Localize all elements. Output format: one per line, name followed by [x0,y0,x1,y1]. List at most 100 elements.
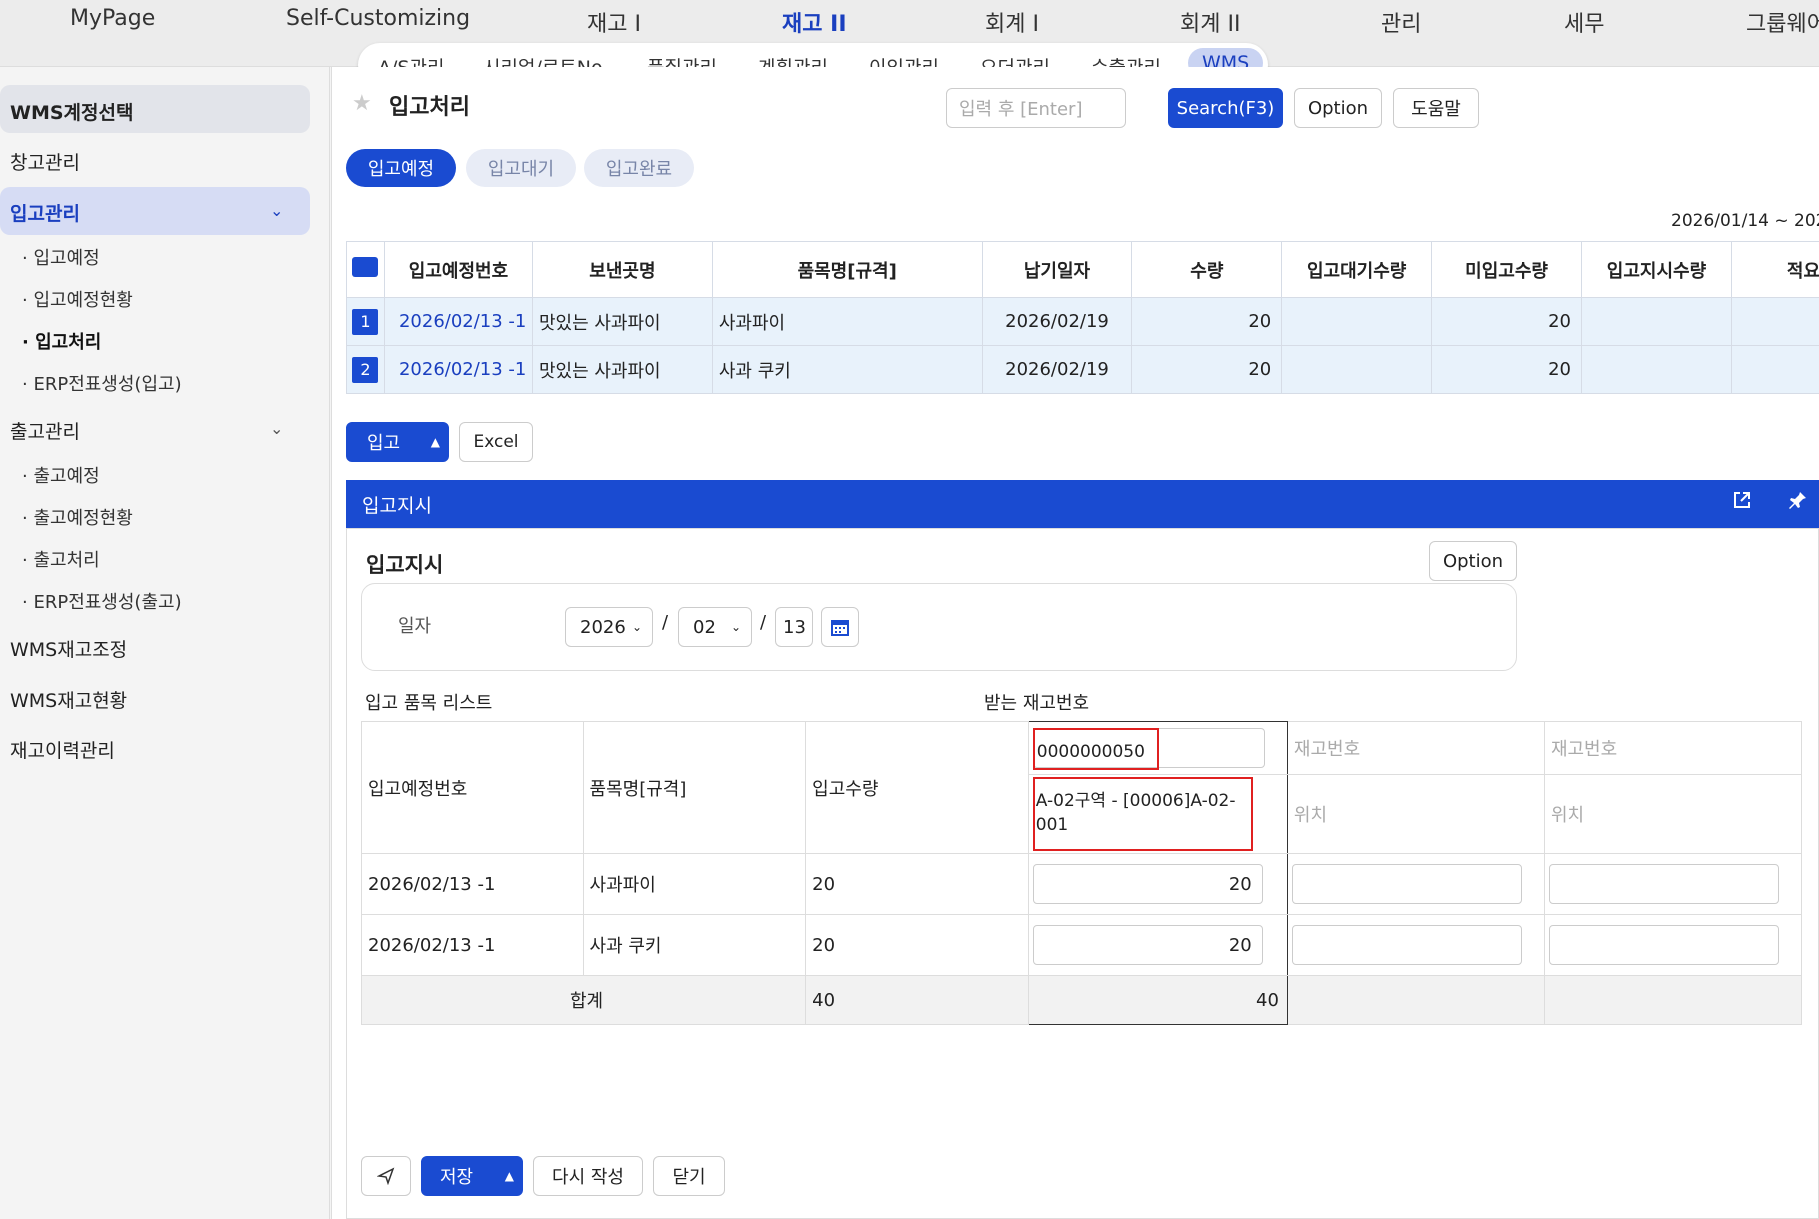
external-link-icon[interactable] [1732,490,1752,515]
row-number[interactable]: 2 [352,356,379,383]
sidebar-item-outbound-process[interactable]: · 출고처리 [22,546,100,572]
stock-no-placeholder[interactable]: 재고번호 [1543,721,1803,775]
excel-button[interactable]: Excel [459,422,533,462]
table-row[interactable]: 1 2026/02/13 -1 맛있는 사과파이 사과파이 2026/02/19… [346,297,1819,346]
col-header[interactable]: 적요 [1730,241,1819,298]
sidebar-item-inbound-plan[interactable]: · 입고예정 [22,244,100,270]
col-header[interactable]: 수량 [1131,241,1283,298]
item-qty: 20 [805,914,1029,976]
send-icon[interactable] [361,1156,411,1196]
rewrite-button[interactable]: 다시 작성 [533,1156,643,1196]
recv-qty-input[interactable]: 20 [1032,925,1263,965]
tab-inbound-plan[interactable]: 입고예정 [346,149,456,187]
nav-inventory-1[interactable]: 재고 I [587,6,641,38]
nav-self-customizing[interactable]: Self-Customizing [286,6,470,31]
tab-inbound-done[interactable]: 입고완료 [584,149,694,187]
col-header[interactable]: 보낸곳명 [531,241,713,298]
sidebar-item-outbound[interactable]: 출고관리 [10,417,80,444]
sidebar-item-inbound[interactable]: 입고관리 [10,199,80,226]
stock-no-value[interactable]: 0000000050 [1032,728,1159,770]
row-number[interactable]: 1 [352,308,379,335]
location-placeholder[interactable]: 위치 [1286,774,1545,854]
search-button[interactable]: Search(F3) [1168,88,1283,128]
help-button[interactable]: 도움말 [1393,88,1479,128]
inbound-button[interactable]: 입고 ▲ [346,422,449,462]
recv-qty-input[interactable] [1291,925,1522,965]
col-header[interactable]: 입고대기수량 [1281,241,1433,298]
sidebar-item-wms-account[interactable]: WMS계정선택 [10,98,133,125]
recv-qty-input[interactable] [1548,925,1779,965]
sidebar-label: 입고처리 [35,332,102,353]
total-recv: 40 [1027,975,1288,1025]
nav-accounting-2[interactable]: 회계 II [1180,6,1240,38]
sidebar-item-outbound-plan[interactable]: · 출고예정 [22,462,100,488]
location-value[interactable]: A-02구역 - [00006]A-02-001 [1032,777,1253,851]
cell-instruct-qty [1581,345,1732,394]
col-header[interactable]: 입고지시수량 [1581,241,1732,298]
nav-tax[interactable]: 세무 [1564,6,1604,38]
col-header[interactable]: 납기일자 [981,241,1133,298]
cell-qty: 20 [1131,345,1283,394]
stock-no-cell[interactable]: 0000000050 [1027,721,1288,775]
col-header[interactable]: 품목명[규격] [711,241,983,298]
cell-plan-no[interactable]: 2026/02/13 -1 [383,297,533,346]
recv-qty-input[interactable] [1291,864,1522,904]
caret-up-icon[interactable]: ▲ [505,1169,514,1183]
select-all-checkbox[interactable] [346,241,385,298]
day-input[interactable]: 13 [775,607,813,647]
table-row: 2026/02/13 -1 사과파이 20 20 [361,853,1803,915]
recv-qty-input[interactable] [1548,864,1779,904]
total-empty [1286,975,1545,1025]
inbound-plan-grid: 입고예정번호 보낸곳명 품목명[규격] 납기일자 수량 입고대기수량 미입고수량… [346,241,1819,394]
total-row: 합계 40 40 [360,975,1803,1025]
save-button[interactable]: 저장 ▲ [421,1156,523,1196]
save-button-label: 저장 [440,1167,474,1188]
location-cell[interactable]: A-02구역 - [00006]A-02-001 [1027,774,1288,854]
sidebar-item-erp-outbound[interactable]: · ERP전표생성(출고) [22,588,182,614]
sidebar-item-outbound-plan-status[interactable]: · 출고예정현황 [22,504,133,530]
table-row[interactable]: 2 2026/02/13 -1 맛있는 사과파이 사과 쿠키 2026/02/1… [346,345,1819,394]
col-item: 품목명[규격] [582,721,807,854]
receiving-stock-label: 받는 재고번호 [984,693,1090,714]
item-plan-no: 2026/02/13 -1 [361,914,584,976]
sidebar-item-history[interactable]: 재고이력관리 [10,736,115,763]
sidebar-item-inbound-process[interactable]: · 입고처리 [22,328,101,354]
recv-qty-input[interactable]: 20 [1032,864,1263,904]
option-button[interactable]: Option [1294,88,1382,128]
chevron-down-icon[interactable]: ⌄ [270,419,283,438]
nav-management[interactable]: 관리 [1381,6,1421,38]
col-header[interactable]: 미입고수량 [1431,241,1583,298]
cell-item: 사과파이 [711,297,983,346]
col-header[interactable]: 입고예정번호 [383,241,533,298]
stock-no-input[interactable]: 0000000050 [1032,728,1265,770]
pin-icon[interactable] [1788,490,1808,514]
nav-groupware[interactable]: 그룹웨어 [1746,6,1819,38]
sidebar-item-inbound-plan-status[interactable]: · 입고예정현황 [22,286,133,312]
location-placeholder[interactable]: 위치 [1543,774,1803,854]
nav-accounting-1[interactable]: 회계 I [985,6,1039,38]
panel-header-title: 입고지시 [362,495,432,517]
cell-remain-qty: 20 [1431,297,1583,346]
caret-up-icon[interactable]: ▲ [431,435,440,449]
tab-inbound-wait[interactable]: 입고대기 [466,149,576,187]
sidebar-item-warehouse[interactable]: 창고관리 [10,148,80,175]
year-value: 2026 [580,616,626,638]
nav-mypage[interactable]: MyPage [70,6,155,31]
panel-option-button[interactable]: Option [1429,541,1517,581]
year-select[interactable]: 2026 ⌄ [565,607,653,647]
sidebar-item-erp-inbound[interactable]: · ERP전표생성(입고) [22,370,182,396]
stock-no-placeholder[interactable]: 재고번호 [1286,721,1545,775]
chevron-down-icon[interactable]: ⌄ [270,201,283,220]
sidebar-item-wms-status[interactable]: WMS재고현황 [10,686,127,713]
cell-plan-no[interactable]: 2026/02/13 -1 [383,345,533,394]
month-select[interactable]: 02 ⌄ [678,607,752,647]
calendar-icon[interactable] [821,607,859,647]
cell-wait-qty [1281,297,1433,346]
sidebar-item-wms-adjust[interactable]: WMS재고조정 [10,635,127,662]
inbound-instruction-panel: 입고지시 Option 일자 2026 ⌄ / 02 ⌄ / 13 입고 품목 리스… [346,528,1819,1219]
search-input[interactable]: 입력 후 [Enter] [946,88,1126,128]
cell-date: 2026/02/19 [981,345,1133,394]
star-icon[interactable]: ★ [352,91,372,116]
close-button[interactable]: 닫기 [653,1156,725,1196]
nav-inventory-2[interactable]: 재고 II [782,6,847,38]
